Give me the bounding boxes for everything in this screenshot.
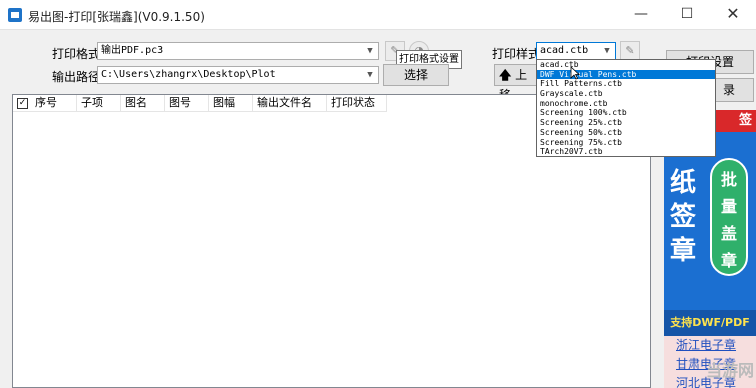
ad-big-char: 章 xyxy=(670,236,697,266)
print-format-value: 输出PDF.pc3 xyxy=(101,45,164,56)
output-path-label: 输出路径 xyxy=(52,70,101,84)
dropdown-option[interactable]: Screening 25%.ctb xyxy=(537,118,715,128)
move-up-button[interactable]: 🡅 上移 xyxy=(494,64,538,102)
select-all-checkbox[interactable]: ✓ xyxy=(13,95,31,112)
maximize-button[interactable]: ☐ xyxy=(664,0,710,30)
select-path-button[interactable]: 选择 xyxy=(383,64,449,86)
chevron-down-icon[interactable]: ▼ xyxy=(600,44,614,58)
chevron-down-icon[interactable]: ▼ xyxy=(363,44,377,58)
ad-footer: 支持DWF/PDF xyxy=(664,310,756,336)
watermark: 当游网 xyxy=(705,361,754,380)
output-path-select[interactable]: C:\Users\zhangrx\Desktop\Plot ▼ xyxy=(97,66,379,84)
print-style-dropdown-list[interactable]: acad.ctb DWF Virtual Pens.ctb Fill Patte… xyxy=(536,59,716,157)
ad-pill-char: 盖 xyxy=(720,224,737,243)
window-title: 易出图-打印[张瑞鑫](V0.9.1.50) xyxy=(28,10,205,24)
column-header[interactable]: 打印状态 xyxy=(327,95,387,112)
column-header[interactable]: 图名 xyxy=(121,95,165,112)
ad-pill: 批 量 盖 章 xyxy=(710,158,748,276)
print-style-label: 打印样式 xyxy=(492,47,541,61)
check-icon[interactable]: ✓ xyxy=(17,98,28,109)
ad-pill-char: 章 xyxy=(720,251,737,270)
column-header[interactable]: 子项 xyxy=(77,95,121,112)
dropdown-option[interactable]: Grayscale.ctb xyxy=(537,89,715,99)
dropdown-option[interactable]: Screening 75%.ctb xyxy=(537,138,715,148)
app-icon xyxy=(8,8,22,22)
output-path-value: C:\Users\zhangrx\Desktop\Plot xyxy=(101,69,276,80)
column-header[interactable]: 输出文件名 xyxy=(253,95,327,112)
dropdown-option[interactable]: monochrome.ctb xyxy=(537,99,715,109)
column-header[interactable]: 图幅 xyxy=(209,95,253,112)
column-header[interactable]: 序号 xyxy=(31,95,77,112)
ad-pill-char: 量 xyxy=(720,197,737,216)
dropdown-option[interactable]: acad.ctb xyxy=(537,60,715,70)
print-style-value: acad.ctb xyxy=(540,45,589,56)
ad-pill-char: 批 xyxy=(720,170,737,189)
dropdown-option[interactable]: Fill Patterns.ctb xyxy=(537,79,715,89)
print-format-label: 打印格式 xyxy=(52,47,101,61)
arrow-up-icon: 🡅 xyxy=(499,68,512,82)
dropdown-option[interactable]: Screening 50%.ctb xyxy=(537,128,715,138)
mouse-cursor-icon xyxy=(570,66,580,80)
ad-big-char: 签 xyxy=(670,202,697,232)
print-style-select[interactable]: acad.ctb ▼ xyxy=(536,42,616,60)
ad-big-char: 纸 xyxy=(670,168,697,198)
dropdown-option[interactable]: TArch20V7.ctb xyxy=(537,147,715,157)
close-button[interactable]: ✕ xyxy=(710,0,756,30)
print-format-select[interactable]: 输出PDF.pc3 ▼ xyxy=(97,42,379,60)
edit-style-pencil-icon[interactable]: ✎ xyxy=(620,41,640,61)
title-bar: 易出图-打印[张瑞鑫](V0.9.1.50) — ☐ ✕ xyxy=(0,0,756,30)
minimize-button[interactable]: — xyxy=(618,0,664,30)
column-header[interactable]: 图号 xyxy=(165,95,209,112)
link-zhejiang[interactable]: 浙江电子章 xyxy=(676,336,736,353)
chevron-down-icon[interactable]: ▼ xyxy=(363,68,377,82)
dropdown-option-highlighted[interactable]: DWF Virtual Pens.ctb xyxy=(537,69,715,80)
list-header: ✓ 序号 子项 图名 图号 图幅 输出文件名 打印状态 xyxy=(13,95,387,112)
dropdown-option[interactable]: Screening 100%.ctb xyxy=(537,108,715,118)
